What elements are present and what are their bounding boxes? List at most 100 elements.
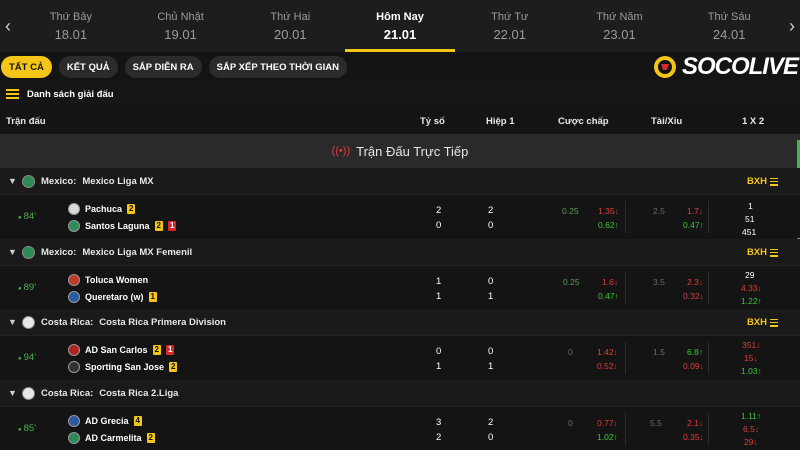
league-header[interactable]: ▼ Mexico: Mexico Liga MX BXH [0,168,800,194]
chevron-down-icon[interactable]: ▼ [8,317,17,327]
filter-sort-time-chip[interactable]: SẮP XẾP THEO THỜI GIAN [208,56,347,78]
column-divider [708,413,709,445]
league-header[interactable]: ▼ Costa Rica: Costa Rica Primera Divisio… [0,309,800,335]
handicap-home-odd[interactable]: 1.35↓ [598,206,619,216]
over-odd[interactable]: 6.8↑ [687,347,703,357]
match-row[interactable]: ● 89' Toluca Women Queretaro (w) 1 1 1 0 … [0,265,800,309]
standings-button[interactable]: BXH [747,317,778,328]
handicap-home-odd[interactable]: 0.77↓ [597,418,618,428]
away-score: 2 [436,432,442,443]
away-team-name: Sporting San Jose [85,362,165,372]
standings-label: BXH [746,176,767,187]
menu-icon[interactable] [6,89,19,99]
chevron-down-icon[interactable]: ▼ [8,388,17,398]
date-tab-2[interactable]: Thứ Hai 20.01 [235,0,345,52]
league-header[interactable]: ▼ Costa Rica: Costa Rica 2.Liga [0,380,800,406]
under-odd[interactable]: 0.35↓ [683,432,704,442]
over-odd[interactable]: 2.3↓ [687,277,703,287]
handicap-line: 0 [568,347,573,357]
under-odd[interactable]: 0.32↓ [683,291,704,301]
odd-1[interactable]: 351↓ [742,340,760,350]
away-team: AD Carmelita 2 [68,431,155,445]
handicap-away-odd[interactable]: 1.02↑ [597,432,618,442]
column-header: Trận đấu Tỷ số Hiệp 1 Cược chấp Tài/Xỉu … [0,108,800,134]
minute-text: 85' [23,423,37,434]
odd-x[interactable]: 6.5↓ [743,424,759,434]
date-tab-day: Thứ Năm [596,10,643,23]
handicap-away-odd[interactable]: 0.52↓ [597,361,618,371]
filter-results-chip[interactable]: KẾT QUẢ [58,56,118,78]
league-header[interactable]: ▼ Mexico: Mexico Liga MX Femenil BXH [0,239,800,265]
match-minute: ● 94' [18,352,37,363]
live-matches-banner: ((•)) Trận Đấu Trực Tiếp [0,134,800,168]
standings-button[interactable]: BXH [747,247,778,258]
minute-text: 89' [23,282,37,293]
chevron-down-icon[interactable]: ▼ [8,176,17,186]
home-score: 2 [436,205,442,216]
handicap-home-odd[interactable]: 1.42↓ [597,347,618,357]
date-tab-date: 19.01 [164,26,197,42]
odd-x[interactable]: 15↓ [744,353,758,363]
match-row[interactable]: ● 84' Pachuca 2 Santos Laguna 2 1 2 0 2 0… [0,194,800,238]
column-divider [625,272,626,304]
live-title: Trận Đấu Trực Tiếp [356,143,469,159]
socolive-logo[interactable]: SOCOLIVE [651,52,799,82]
filter-upcoming-chip[interactable]: SẮP DIỄN RA [124,56,202,78]
odd-1[interactable]: 1.11↑ [741,411,761,421]
away-half-score: 1 [488,291,494,302]
column-divider [708,342,709,374]
column-divider [708,272,709,304]
date-tab-5[interactable]: Thứ Năm 23.01 [565,0,675,52]
mexico-flag-icon [22,174,35,188]
match-minute: ● 89' [18,282,37,293]
match-row[interactable]: ● 94' AD San Carlos 2 1 Sporting San Jose… [0,335,800,379]
date-tab-1[interactable]: Chủ Nhật 19.01 [126,0,236,52]
over-odd[interactable]: 2.1↓ [687,418,703,428]
standings-label: BXH [746,247,767,258]
red-card-count: 1 [167,221,177,231]
handicap-away-odd[interactable]: 0.62↑ [598,220,619,230]
col-match: Trận đấu [6,116,46,127]
league-country: Mexico: [41,246,77,258]
date-tab-0[interactable]: Thứ Bảy 18.01 [16,0,126,52]
yellow-card-count: 2 [152,345,161,355]
minute-text: 84' [23,211,37,222]
home-team-name: AD San Carlos [85,345,148,355]
league-list-bar[interactable]: Danh sách giải đấu [0,82,800,106]
under-odd[interactable]: 0.47↑ [683,220,704,230]
odd-2[interactable]: 1.03↑ [741,366,762,376]
odd-x[interactable]: 51 [745,214,754,224]
odd-2[interactable]: 1.22↑ [741,296,762,306]
away-team-name: AD Carmelita [85,433,142,443]
date-tab-today[interactable]: Hôm Nay 21.01 [345,0,455,52]
handicap-away-odd[interactable]: 0.47↑ [598,291,619,301]
odd-2[interactable]: 29↓ [744,437,758,447]
date-tab-date: 18.01 [54,26,88,42]
date-tab-day: Hôm Nay [376,10,424,23]
league-country: Mexico: [41,175,77,187]
date-tab-day: Thứ Bảy [49,10,92,23]
under-odd[interactable]: 0.09↓ [683,361,704,371]
odd-x[interactable]: 4.33↓ [741,283,762,293]
league-name: Mexico Liga MX Femenil [82,246,193,258]
date-tab-4[interactable]: Thứ Tư 22.01 [455,0,565,52]
odd-1[interactable]: 1 [748,201,753,211]
odd-1[interactable]: 29 [745,270,754,280]
col-handicap: Cược chấp [558,116,609,127]
handicap-home-odd[interactable]: 1.6↓ [602,277,618,287]
chevron-down-icon[interactable]: ▼ [8,247,17,257]
date-tab-6[interactable]: Thứ Sáu 24.01 [674,0,784,52]
odd-2[interactable]: 451 [742,227,756,237]
prev-date-arrow-icon[interactable]: ‹ [0,0,16,52]
next-date-arrow-icon[interactable]: › [784,0,800,52]
team-crest-icon [68,291,80,303]
filter-all-chip[interactable]: TẤT CẢ [1,56,52,78]
date-bar: ‹ Thứ Bảy 18.01 Chủ Nhật 19.01 Thứ Hai 20.0… [0,0,800,52]
home-score: 3 [436,417,442,428]
over-odd[interactable]: 1.7↓ [687,206,703,216]
home-half-score: 2 [488,417,494,428]
standings-button[interactable]: BXH [747,176,778,187]
league-country: Costa Rica: [41,387,94,399]
match-row[interactable]: ● 85' AD Grecia 4 AD Carmelita 2 3 2 2 0 … [0,406,800,450]
team-crest-icon [68,220,80,232]
